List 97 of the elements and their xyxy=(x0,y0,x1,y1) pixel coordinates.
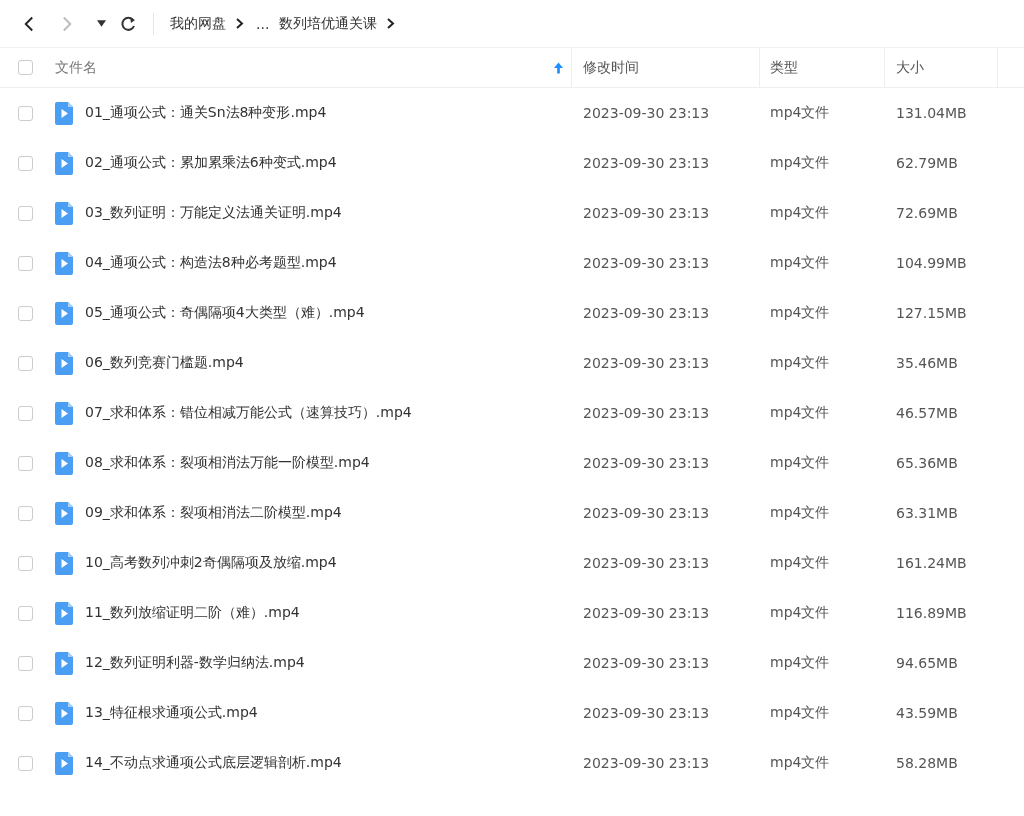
video-file-icon xyxy=(55,251,73,275)
file-type: mp4文件 xyxy=(770,654,830,672)
file-name[interactable]: 04_通项公式：构造法8种必考题型.mp4 xyxy=(85,254,337,272)
chevron-icon xyxy=(236,18,244,29)
file-type: mp4文件 xyxy=(770,504,830,522)
checkbox[interactable] xyxy=(18,255,33,271)
modified-time: 2023-09-30 23:13 xyxy=(583,105,710,121)
checkbox[interactable] xyxy=(18,705,33,721)
file-size: 65.36MB xyxy=(896,455,958,471)
column-header[interactable]: 类型 xyxy=(770,58,798,77)
video-file-icon xyxy=(55,101,73,125)
file-size: 161.24MB xyxy=(896,555,967,571)
file-type: mp4文件 xyxy=(770,154,830,172)
file-type: mp4文件 xyxy=(770,354,830,372)
breadcrumb-item[interactable]: 数列培优通关课 xyxy=(279,14,378,33)
dropdown-icon[interactable] xyxy=(97,20,106,27)
modified-time: 2023-09-30 23:13 xyxy=(583,305,710,321)
video-file-icon xyxy=(55,601,73,625)
file-size: 94.65MB xyxy=(896,655,958,671)
file-size: 116.89MB xyxy=(896,605,967,621)
column-header[interactable]: 大小 xyxy=(896,58,924,77)
video-file-icon xyxy=(55,451,73,475)
file-name[interactable]: 12_数列证明利器-数学归纳法.mp4 xyxy=(85,654,305,672)
video-file-icon xyxy=(55,651,73,675)
modified-time: 2023-09-30 23:13 xyxy=(583,605,710,621)
file-name[interactable]: 14_不动点求通项公式底层逻辑剖析.mp4 xyxy=(85,754,342,772)
modified-time: 2023-09-30 23:13 xyxy=(583,355,710,371)
modified-time: 2023-09-30 23:13 xyxy=(583,205,710,221)
file-size: 35.46MB xyxy=(896,355,958,371)
video-file-icon xyxy=(55,351,73,375)
modified-time: 2023-09-30 23:13 xyxy=(583,505,710,521)
file-name[interactable]: 01_通项公式：通关Sn法8种变形.mp4 xyxy=(85,104,327,122)
file-type: mp4文件 xyxy=(770,704,830,722)
video-file-icon xyxy=(55,151,73,175)
file-name[interactable]: 06_数列竞赛门槛题.mp4 xyxy=(85,354,244,372)
modified-time: 2023-09-30 23:13 xyxy=(583,705,710,721)
checkbox[interactable] xyxy=(18,505,33,521)
file-size: 131.04MB xyxy=(896,105,967,121)
breadcrumb-item[interactable]: 我的网盘 xyxy=(170,14,226,33)
file-type: mp4文件 xyxy=(770,254,830,272)
file-size: 104.99MB xyxy=(896,255,967,271)
file-type: mp4文件 xyxy=(770,104,830,122)
select-all-checkbox[interactable] xyxy=(18,60,33,75)
modified-time: 2023-09-30 23:13 xyxy=(583,255,710,271)
file-name[interactable]: 07_求和体系：错位相减万能公式（速算技巧）.mp4 xyxy=(85,404,412,422)
column-header[interactable]: 文件名 xyxy=(55,58,97,77)
file-size: 46.57MB xyxy=(896,405,958,421)
checkbox[interactable] xyxy=(18,155,33,171)
chevron-icon xyxy=(387,18,396,29)
video-file-icon xyxy=(55,751,73,775)
checkbox[interactable] xyxy=(18,405,33,421)
file-name[interactable]: 05_通项公式：奇偶隔项4大类型（难）.mp4 xyxy=(85,304,365,322)
checkbox[interactable] xyxy=(18,605,33,621)
modified-time: 2023-09-30 23:13 xyxy=(583,405,710,421)
video-file-icon xyxy=(55,201,73,225)
video-file-icon xyxy=(55,401,73,425)
file-name[interactable]: 11_数列放缩证明二阶（难）.mp4 xyxy=(85,604,300,622)
file-name[interactable]: 02_通项公式：累加累乘法6种变式.mp4 xyxy=(85,154,337,172)
video-file-icon xyxy=(55,701,73,725)
video-file-icon xyxy=(55,301,73,325)
file-name[interactable]: 08_求和体系：裂项相消法万能一阶模型.mp4 xyxy=(85,454,370,472)
file-size: 72.69MB xyxy=(896,205,958,221)
checkbox[interactable] xyxy=(18,555,33,571)
file-type: mp4文件 xyxy=(770,404,830,422)
sort-arrow-icon[interactable] xyxy=(554,61,563,74)
checkbox[interactable] xyxy=(18,355,33,371)
file-type: mp4文件 xyxy=(770,204,830,222)
file-type: mp4文件 xyxy=(770,604,830,622)
checkbox[interactable] xyxy=(18,755,33,771)
video-file-icon xyxy=(55,551,73,575)
file-type: mp4文件 xyxy=(770,554,830,572)
modified-time: 2023-09-30 23:13 xyxy=(583,555,710,571)
checkbox[interactable] xyxy=(18,105,33,121)
file-name[interactable]: 13_特征根求通项公式.mp4 xyxy=(85,704,258,722)
file-name[interactable]: 09_求和体系：裂项相消法二阶模型.mp4 xyxy=(85,504,342,522)
file-type: mp4文件 xyxy=(770,304,830,322)
modified-time: 2023-09-30 23:13 xyxy=(583,755,710,771)
file-name[interactable]: 03_数列证明：万能定义法通关证明.mp4 xyxy=(85,204,342,222)
refresh-icon[interactable] xyxy=(120,15,137,32)
checkbox[interactable] xyxy=(18,305,33,321)
checkbox[interactable] xyxy=(18,205,33,221)
column-header[interactable]: 修改时间 xyxy=(583,58,639,77)
file-name[interactable]: 10_高考数列冲刺2奇偶隔项及放缩.mp4 xyxy=(85,554,337,572)
file-size: 127.15MB xyxy=(896,305,967,321)
checkbox[interactable] xyxy=(18,455,33,471)
breadcrumb-item[interactable]: ... xyxy=(256,15,270,32)
file-size: 58.28MB xyxy=(896,755,958,771)
file-size: 63.31MB xyxy=(896,505,958,521)
video-file-icon xyxy=(55,501,73,525)
modified-time: 2023-09-30 23:13 xyxy=(583,455,710,471)
checkbox[interactable] xyxy=(18,655,33,671)
file-size: 43.59MB xyxy=(896,705,958,721)
file-type: mp4文件 xyxy=(770,454,830,472)
modified-time: 2023-09-30 23:13 xyxy=(583,155,710,171)
file-size: 62.79MB xyxy=(896,155,958,171)
modified-time: 2023-09-30 23:13 xyxy=(583,655,710,671)
file-type: mp4文件 xyxy=(770,754,830,772)
